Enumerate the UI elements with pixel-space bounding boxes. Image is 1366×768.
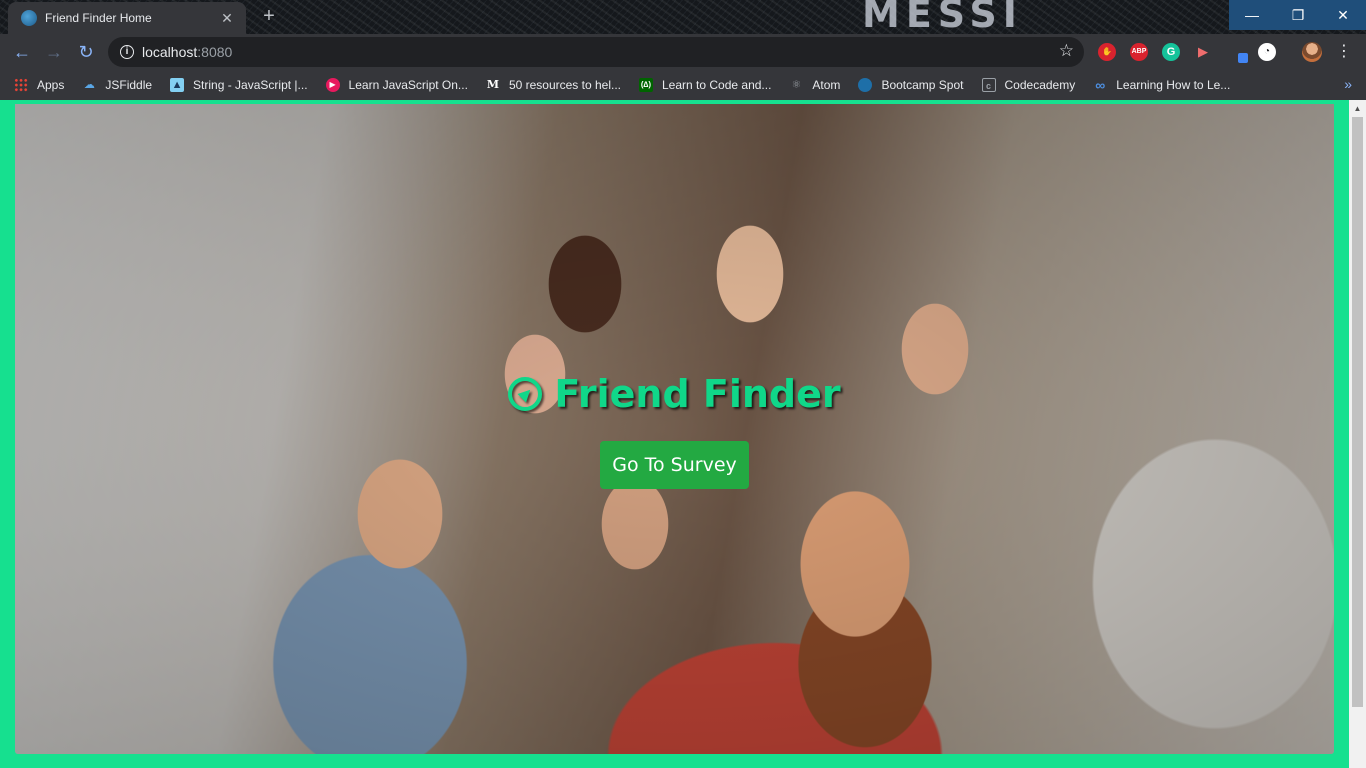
minimize-button[interactable]: — [1229,0,1275,30]
bookmark-codecademy[interactable]: c Codecademy [981,78,1076,92]
pen-badge-icon [1238,53,1248,63]
address-bar[interactable]: i localhost:8080 ☆ [108,37,1084,67]
bookmark-bootcamp-spot[interactable]: Bootcamp Spot [858,78,964,92]
wallpaper-text: MESSI [862,0,1023,36]
bookmark-label: Learn to Code and... [662,78,772,92]
compass-icon [508,377,543,411]
bookmark-label: Atom [812,78,841,92]
globe-favicon-icon [21,10,37,26]
bookmark-medium[interactable]: M 50 resources to hel... [486,78,621,92]
bookmark-apps[interactable]: Apps [14,78,64,92]
go-to-survey-button[interactable]: Go To Survey [600,441,749,489]
bookmark-label: JSFiddle [105,78,153,92]
bookmark-coursera[interactable]: ∞ Learning How to Le... [1093,78,1230,92]
bookmark-freecodecamp[interactable]: (∆) Learn to Code and... [639,78,771,92]
tab-title: Friend Finder Home [45,11,152,25]
forward-button[interactable]: → [42,40,66,64]
mask-ext-icon[interactable]: ◔ [1258,43,1276,61]
bookmark-star-icon[interactable]: ☆ [1059,41,1074,61]
globe-icon [858,78,873,92]
bookmarks-bar: Apps ☁ JSFiddle ▲ String - JavaScript |.… [0,70,1366,100]
info-icon[interactable]: i [120,45,134,59]
bookmark-mdn-string[interactable]: ▲ String - JavaScript |... [170,78,308,92]
bookmarks-overflow-icon[interactable]: » [1344,76,1352,92]
hero-overlay [15,104,1334,754]
chrome-menu-icon[interactable]: ⋮ [1336,41,1352,61]
freecodecamp-icon: (∆) [639,78,653,92]
adblock-plus-icon[interactable]: ABP [1130,43,1148,61]
infinity-icon: ∞ [1095,77,1106,93]
bookmark-label: Learn JavaScript On... [348,78,468,92]
bookmark-label: Apps [37,78,65,92]
browser-tab[interactable]: Friend Finder Home ✕ [8,2,246,34]
close-window-button[interactable]: ✕ [1320,0,1366,30]
page-title: Friend Finder [554,372,841,416]
medium-icon: M [486,78,500,91]
atom-icon: ⚛ [791,79,802,91]
ublock-icon[interactable]: ✋ [1098,43,1116,61]
bookmark-label: Bootcamp Spot [881,78,964,92]
reload-button[interactable]: ↻ [74,40,98,64]
bookmark-label: Learning How to Le... [1116,78,1231,92]
tab-close-icon[interactable]: ✕ [218,10,236,27]
pen-ext-icon[interactable] [1228,43,1248,63]
page-viewport: Friend Finder Go To Survey ▲ [0,100,1366,768]
site-heading: Friend Finder [15,372,1334,416]
bookmark-label: String - JavaScript |... [193,78,308,92]
mdn-icon: ▲ [170,78,185,92]
bookmark-learn-javascript[interactable]: ▶ Learn JavaScript On... [325,78,468,92]
title-bar: Friend Finder Home ✕ + MESSI — ❐ ✕ [0,0,1366,36]
grammarly-icon[interactable]: G [1162,43,1180,61]
profile-avatar[interactable] [1302,42,1322,62]
scroll-up-icon[interactable]: ▲ [1349,100,1366,117]
codecademy-icon: c [981,78,996,92]
bookmark-jsfiddle[interactable]: ☁ JSFiddle [82,78,152,92]
scroll-thumb[interactable] [1352,117,1363,707]
apps-grid-icon [14,78,28,92]
bookmark-label: 50 resources to hel... [508,78,621,92]
new-tab-button[interactable]: + [256,5,282,29]
cloud-icon: ☁ [83,79,95,91]
bookmark-atom[interactable]: ⚛ Atom [789,78,840,92]
scrimba-icon: ▶ [325,78,340,92]
back-button[interactable]: ← [10,40,34,64]
url-host: localhost [142,44,198,60]
browser-toolbar: ← → ↻ i localhost:8080 ☆ ✋ ABP G ▶ ◔ ⋮ [0,34,1366,70]
restore-button[interactable]: ❐ [1275,0,1321,30]
hero-image: Friend Finder Go To Survey [15,104,1334,754]
video-ext-icon[interactable]: ▶ [1194,43,1212,61]
page-scrollbar[interactable]: ▲ [1349,100,1366,768]
bookmark-label: Codecademy [1004,78,1076,92]
url-port: :8080 [197,44,233,60]
